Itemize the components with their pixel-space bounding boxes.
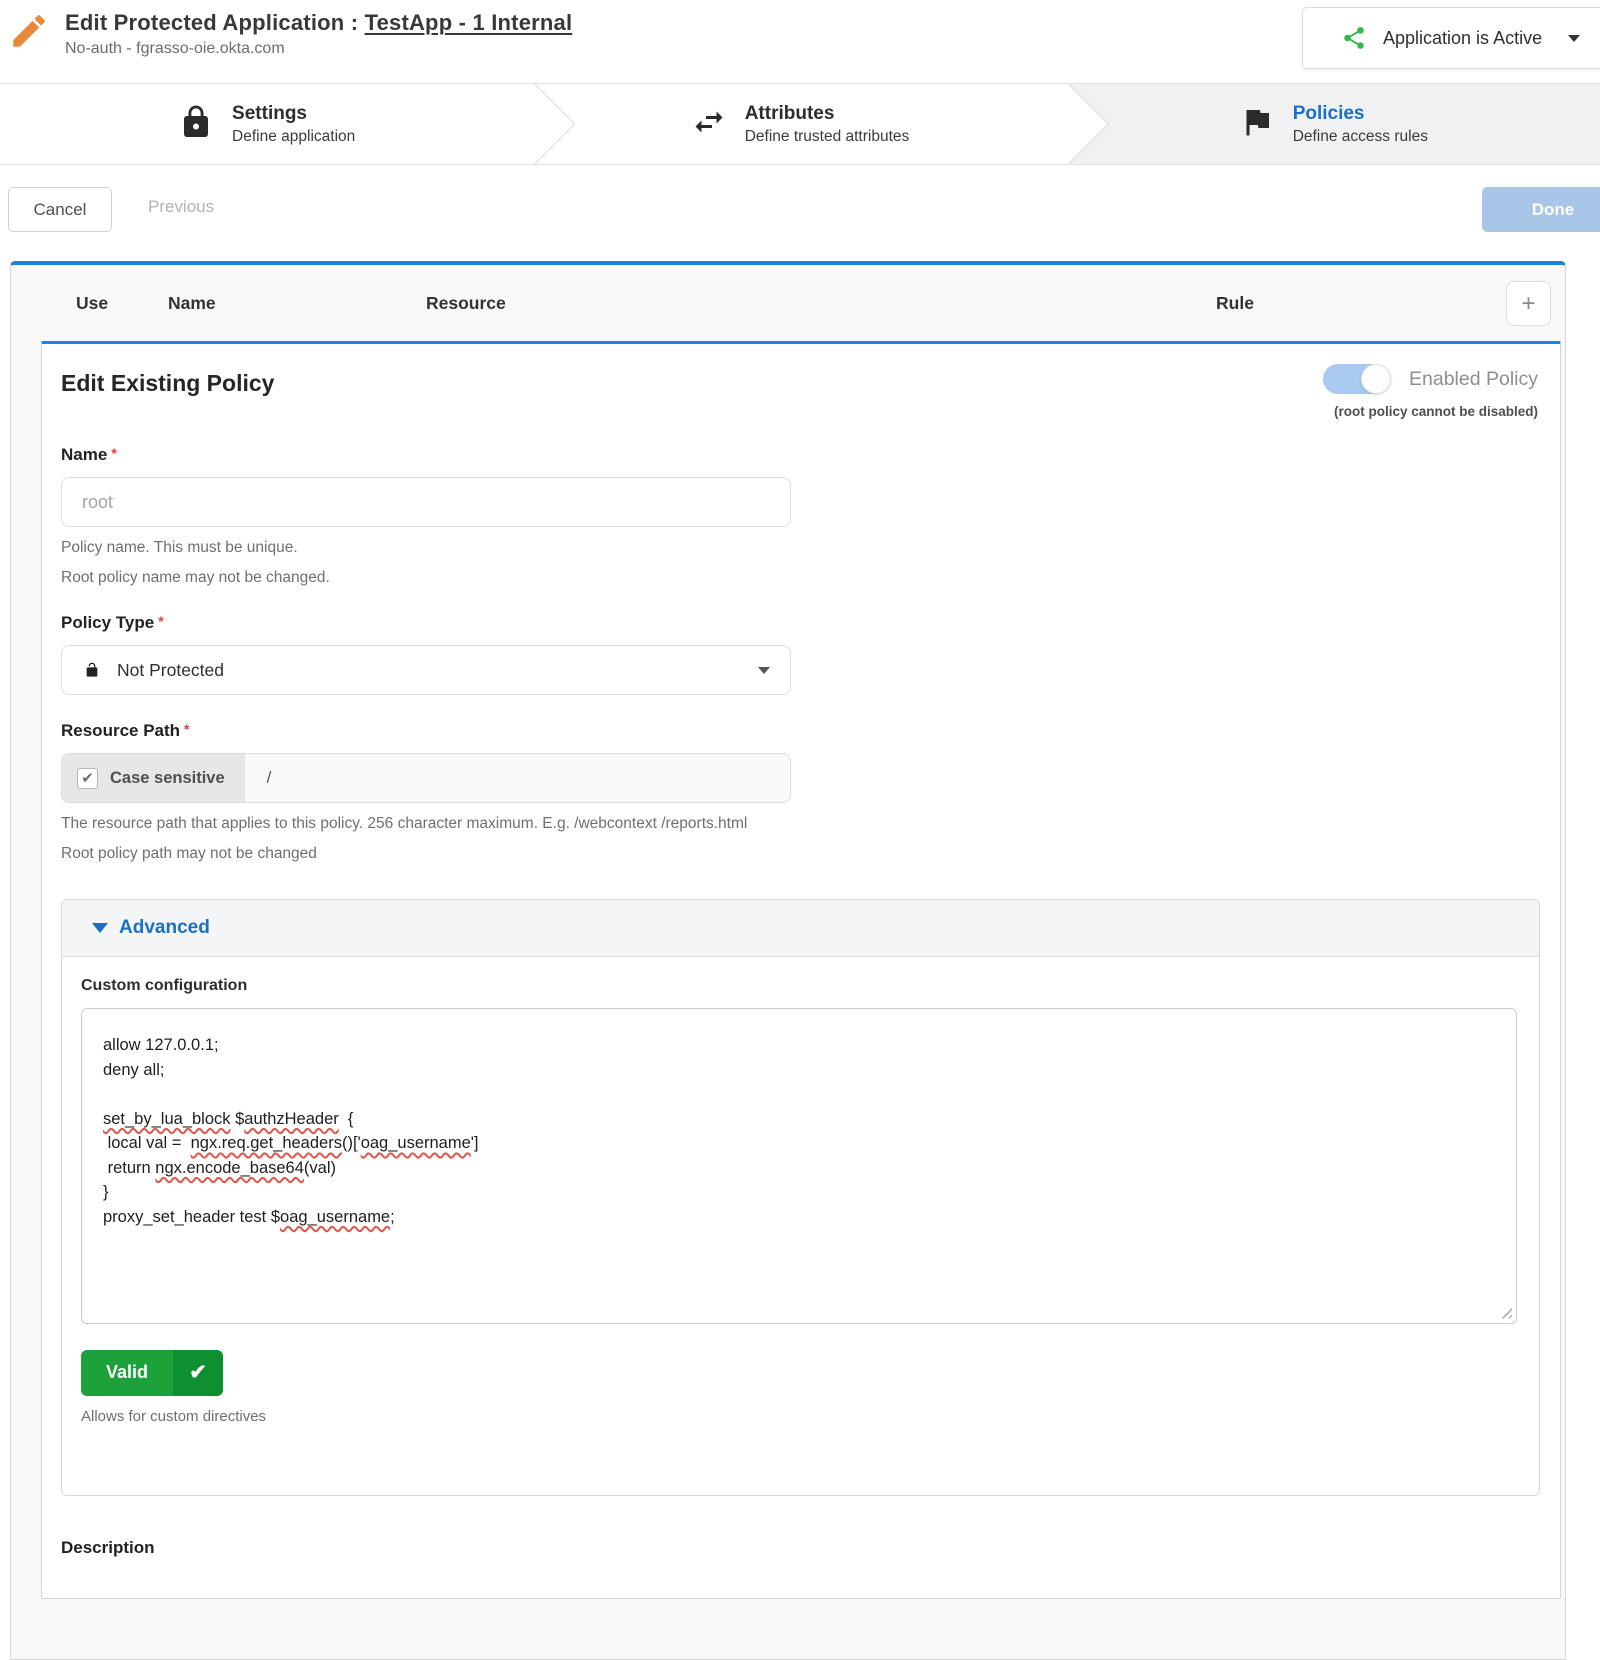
edit-pencil-icon bbox=[8, 10, 50, 52]
flag-icon bbox=[1239, 104, 1275, 145]
name-help-2: Root policy name may not be changed. bbox=[61, 569, 1538, 587]
column-header-name: Name bbox=[168, 293, 216, 314]
case-sensitive-label: Case sensitive bbox=[110, 769, 225, 788]
advanced-body: Custom configuration allow 127.0.0.1;den… bbox=[62, 957, 1539, 1495]
description-label: Description bbox=[61, 1538, 1538, 1558]
wizard-tabs: Settings Define application Attributes D… bbox=[0, 83, 1600, 165]
edit-protected-application-page: Edit Protected Application : TestApp - 1… bbox=[0, 0, 1600, 1361]
enabled-policy-note: (root policy cannot be disabled) bbox=[1323, 404, 1538, 419]
enabled-policy-label: Enabled Policy bbox=[1409, 368, 1538, 391]
form-heading: Edit Existing Policy bbox=[61, 370, 274, 397]
column-header-rule: Rule bbox=[1216, 293, 1254, 314]
add-policy-button[interactable]: + bbox=[1506, 281, 1551, 326]
enabled-policy-block: Enabled Policy (root policy cannot be di… bbox=[1323, 364, 1538, 419]
collapse-triangle-icon bbox=[92, 923, 108, 933]
tab-settings[interactable]: Settings Define application bbox=[0, 84, 533, 164]
share-icon bbox=[1341, 25, 1367, 51]
tab-attributes-sublabel: Define trusted attributes bbox=[745, 128, 910, 146]
custom-directives-help: Allows for custom directives bbox=[81, 1408, 1520, 1425]
custom-configuration-textarea[interactable]: allow 127.0.0.1;deny all; set_by_lua_blo… bbox=[81, 1008, 1517, 1324]
transfer-arrows-icon bbox=[691, 104, 727, 145]
tab-attributes[interactable]: Attributes Define trusted attributes bbox=[533, 84, 1066, 164]
textarea-resize-handle[interactable] bbox=[1498, 1305, 1512, 1319]
unlock-icon bbox=[84, 662, 100, 678]
previous-button[interactable]: Previous bbox=[148, 197, 214, 217]
form-top-row: Edit Existing Policy Enabled Policy (roo… bbox=[61, 358, 1538, 419]
custom-configuration-label: Custom configuration bbox=[81, 977, 1520, 995]
tab-text: Settings Define application bbox=[232, 103, 355, 146]
policy-type-value: Not Protected bbox=[117, 660, 224, 681]
policy-table-header: Use Name Resource Rule + bbox=[11, 265, 1565, 341]
policy-type-select[interactable]: Not Protected bbox=[61, 645, 791, 695]
resource-path-help-2: Root policy path may not be changed bbox=[61, 845, 1538, 863]
resource-path-input[interactable] bbox=[245, 754, 790, 802]
chevron-down-icon bbox=[758, 667, 770, 674]
check-icon: ✔ bbox=[173, 1350, 223, 1396]
advanced-title: Advanced bbox=[119, 917, 210, 939]
name-label: Name bbox=[61, 445, 1538, 465]
page-title-app-name: TestApp - 1 Internal bbox=[365, 10, 573, 35]
advanced-header[interactable]: Advanced bbox=[62, 900, 1539, 957]
column-header-resource: Resource bbox=[426, 293, 506, 314]
tab-policies-sublabel: Define access rules bbox=[1293, 128, 1428, 146]
resource-path-label: Resource Path bbox=[61, 721, 1538, 741]
enabled-policy-toggle[interactable] bbox=[1323, 364, 1391, 394]
tab-policies-label: Policies bbox=[1293, 103, 1428, 125]
tab-policies[interactable]: Policies Define access rules bbox=[1067, 84, 1600, 164]
application-active-button[interactable]: Application is Active bbox=[1302, 7, 1600, 69]
resource-path-help-1: The resource path that applies to this p… bbox=[61, 815, 1538, 833]
cancel-button[interactable]: Cancel bbox=[8, 187, 112, 232]
tab-settings-sublabel: Define application bbox=[232, 128, 355, 146]
chevron-down-icon bbox=[1568, 35, 1580, 42]
case-sensitive-checkbox[interactable]: ✔ bbox=[77, 768, 98, 789]
resource-path-group: ✔ Case sensitive bbox=[61, 753, 791, 803]
valid-label: Valid bbox=[81, 1350, 173, 1396]
toggle-knob bbox=[1361, 364, 1391, 394]
tab-text: Attributes Define trusted attributes bbox=[745, 103, 910, 146]
name-help-1: Policy name. This must be unique. bbox=[61, 539, 1538, 557]
application-active-label: Application is Active bbox=[1383, 28, 1542, 49]
tab-text: Policies Define access rules bbox=[1293, 103, 1428, 146]
done-button[interactable]: Done bbox=[1482, 187, 1600, 232]
policy-type-label: Policy Type bbox=[61, 613, 1538, 633]
tab-settings-label: Settings bbox=[232, 103, 355, 125]
column-header-use: Use bbox=[76, 293, 108, 314]
policy-name-input[interactable] bbox=[61, 477, 791, 527]
advanced-section: Advanced Custom configuration allow 127.… bbox=[61, 899, 1540, 1496]
lock-icon bbox=[178, 104, 214, 145]
tab-attributes-label: Attributes bbox=[745, 103, 910, 125]
policies-panel: Use Name Resource Rule + Edit Existing P… bbox=[10, 261, 1566, 1660]
validate-button[interactable]: Valid ✔ bbox=[81, 1350, 223, 1396]
case-sensitive-prefix: ✔ Case sensitive bbox=[62, 754, 245, 802]
edit-policy-form: Edit Existing Policy Enabled Policy (roo… bbox=[41, 341, 1561, 1599]
action-bar: Cancel Previous Done bbox=[0, 183, 1600, 261]
page-header: Edit Protected Application : TestApp - 1… bbox=[0, 0, 1600, 83]
page-title-prefix: Edit Protected Application : bbox=[65, 10, 365, 35]
